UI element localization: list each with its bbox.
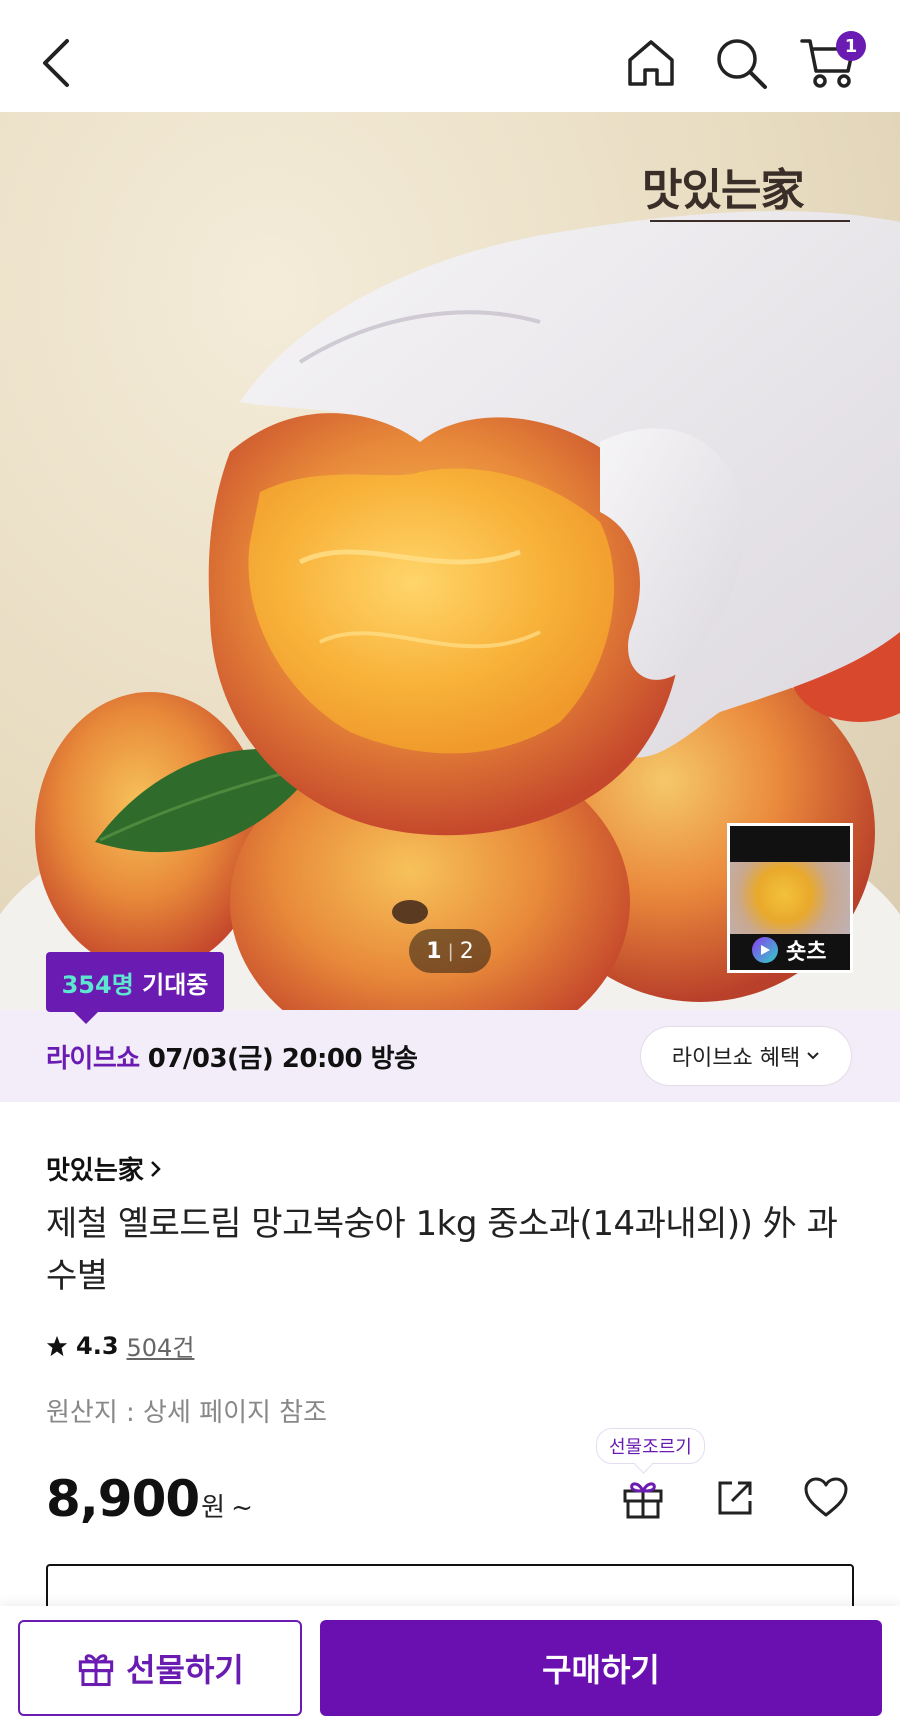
gift-button[interactable]: 선물하기	[18, 1620, 302, 1716]
play-icon	[752, 937, 778, 963]
star-icon	[46, 1335, 68, 1356]
home-button[interactable]	[618, 30, 684, 96]
gift-button-label: 선물하기	[126, 1651, 244, 1689]
page-separator: |	[447, 940, 454, 962]
search-icon	[717, 39, 767, 89]
product-title: 제철 옐로드림 망고복숭아 1kg 중소과(14과내외)) 外 과수별	[46, 1204, 838, 1296]
share-button[interactable]	[707, 1470, 763, 1526]
review-count-link[interactable]: 504건	[127, 1328, 195, 1363]
seller-link[interactable]: 맛있는家	[46, 1150, 162, 1187]
buy-button[interactable]: 구매하기	[320, 1620, 882, 1716]
price-suffix: ~	[231, 1493, 253, 1523]
price-unit: 원	[201, 1493, 226, 1523]
shorts-label-group: 숏츠	[752, 934, 826, 966]
back-icon	[43, 39, 69, 87]
product-price: 8,900 원 ~	[46, 1470, 253, 1528]
home-icon	[628, 40, 674, 86]
heart-icon	[804, 1477, 848, 1517]
shorts-label: 숏츠	[786, 940, 827, 965]
live-show-time: 07/03(금) 20:00 방송	[147, 1044, 418, 1074]
cart-count-badge: 1	[836, 31, 866, 61]
chevron-down-icon	[807, 1052, 819, 1060]
live-show-label: 라이브쇼	[46, 1044, 140, 1074]
page-current: 1	[426, 938, 442, 964]
expect-suffix: 기대중	[133, 970, 209, 999]
live-show-banner: 라이브쇼 07/03(금) 20:00 방송 라이브쇼 혜택	[0, 1010, 900, 1102]
bottom-action-bar: 선물하기 구매하기	[0, 1606, 900, 1716]
share-icon	[718, 1481, 752, 1515]
chevron-right-icon	[150, 1160, 161, 1177]
live-show-schedule: 라이브쇼 07/03(금) 20:00 방송	[46, 1038, 418, 1075]
back-button[interactable]	[26, 30, 86, 96]
brand-logo-underline	[650, 220, 850, 222]
rating-score: 4.3	[76, 1331, 119, 1360]
seller-name: 맛있는家	[46, 1156, 144, 1186]
search-button[interactable]	[708, 30, 774, 96]
live-benefit-label: 라이브쇼 혜택	[671, 1046, 801, 1071]
page-total: 2	[459, 938, 474, 964]
product-origin: 원산지 : 상세 페이지 참조	[46, 1398, 328, 1428]
brand-logo: 맛있는家	[642, 165, 804, 216]
price-amount: 8,900	[46, 1470, 200, 1528]
gift-request-button[interactable]	[615, 1470, 671, 1526]
gift-icon	[623, 1482, 663, 1519]
shorts-thumbnail[interactable]: 숏츠	[727, 823, 853, 973]
gift-request-tooltip[interactable]: 선물조르기	[596, 1428, 705, 1464]
product-image-carousel[interactable]: 맛있는家 1 | 2 숏츠	[0, 112, 900, 1010]
product-rating: 4.3 504건	[46, 1328, 194, 1363]
cart-button[interactable]: 1	[790, 26, 866, 96]
gift-icon	[78, 1654, 114, 1687]
live-benefit-button[interactable]: 라이브쇼 혜택	[640, 1026, 852, 1086]
wishlist-button[interactable]	[798, 1470, 854, 1526]
shorts-preview-image	[730, 862, 850, 934]
top-header: 1	[0, 0, 900, 112]
expect-count: 354명	[61, 970, 134, 999]
expect-count-badge: 354명 기대중	[46, 952, 224, 1024]
carousel-page-indicator: 1 | 2	[409, 929, 491, 973]
